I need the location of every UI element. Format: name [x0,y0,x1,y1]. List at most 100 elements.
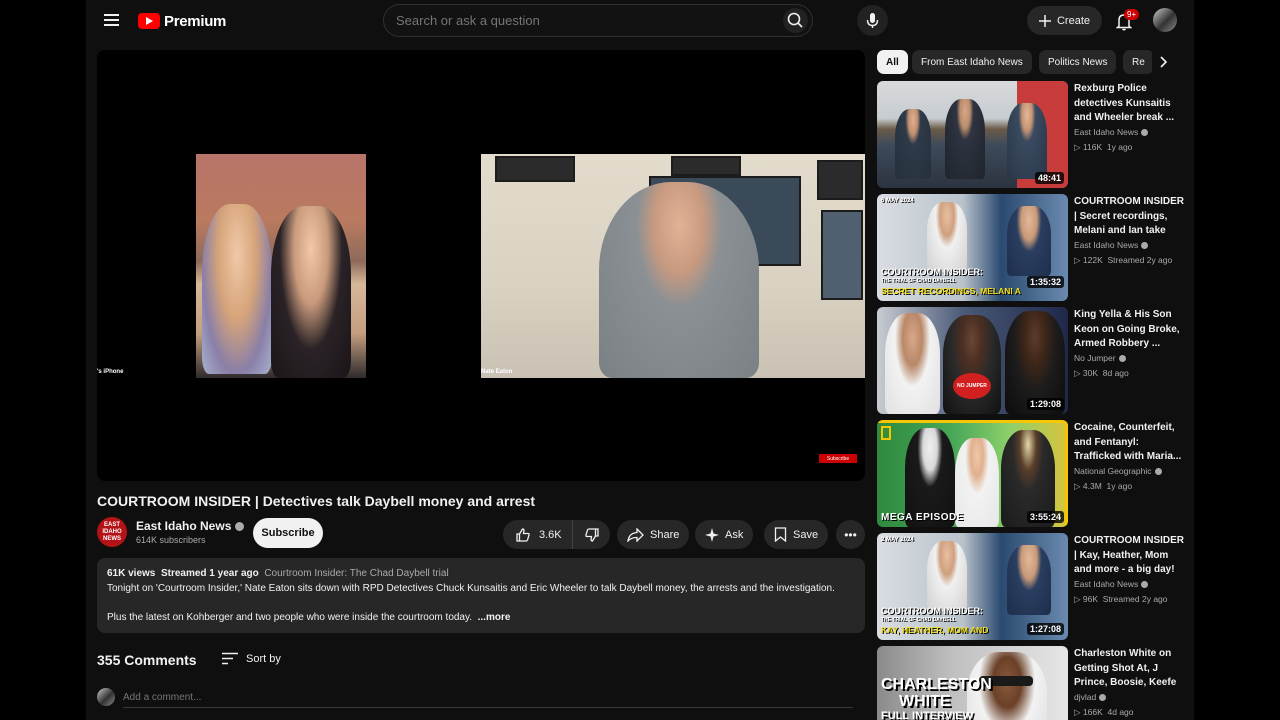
more-horizontal-icon: ••• [844,527,857,542]
video-title[interactable]: COURTROOM INSIDER | Secret recordings, M… [1074,195,1186,239]
microphone-icon [866,13,879,28]
video-thumbnail: MEGA EPISODE 3:55:24 [877,420,1068,527]
youtube-premium-logo[interactable]: Premium [138,10,226,32]
description-box[interactable]: 61K views Streamed 1 year ago Courtroom … [97,558,865,633]
dislike-button[interactable] [574,520,610,549]
left-cam-label: 's iPhone [97,369,124,375]
channel-name[interactable]: No Jumper [1074,353,1126,363]
show-more-link[interactable]: ...more [478,612,511,623]
thumbnail-caption: FULL INTERVIEW [881,710,973,720]
playlist-link[interactable]: Courtroom Insider: The Chad Daybell tria… [264,568,448,579]
comments-count: 355 Comments [97,652,197,668]
thumbnail-caption: COURTROOM INSIDER: [881,267,983,277]
wall-frame [817,160,863,200]
recommended-video[interactable]: 6 MAY 2024 COURTROOM INSIDER: THE TRIAL … [877,194,1184,301]
view-count: 30K [1082,368,1099,378]
video-thumbnail: 6 MAY 2024 COURTROOM INSIDER: THE TRIAL … [877,194,1068,301]
recommended-video[interactable]: NO JUMPER 1:29:08 King Yella & His Son K… [877,307,1180,414]
video-feed-right [481,154,865,378]
video-meta: ▷ 30K 8d ago [1074,368,1129,378]
more-actions-button[interactable]: ••• [836,520,865,549]
voice-search-button[interactable] [857,5,888,36]
video-player[interactable]: 's iPhone Nate Eaton Subscribe [97,50,865,481]
video-meta: ▷ 4.3M 1y ago [1074,481,1133,491]
save-button[interactable]: Save [764,520,829,549]
video-age: Streamed 2y ago [1102,594,1168,604]
filter-chips: All From East Idaho News Politics News R… [877,50,1177,74]
chip-all[interactable]: All [877,50,908,74]
description-meta: 61K views Streamed 1 year ago Courtroom … [107,566,855,581]
search-button[interactable] [783,8,808,33]
create-label: Create [1056,14,1091,27]
right-cam-label: Nate Eaton [481,369,513,375]
channel-avatar[interactable]: EAST IDAHO NEWS [97,517,127,547]
like-button[interactable]: 3.6K [503,520,573,549]
host-figure [599,182,759,378]
subscribe-watermark[interactable]: Subscribe [819,454,857,463]
wall-frame [671,156,741,176]
thumbnail-badge: NO JUMPER [953,373,991,399]
account-avatar[interactable] [1153,8,1177,32]
thumbnail-date: 2 MAY 2024 [881,537,914,543]
channel-name[interactable]: East Idaho News [136,519,245,533]
subscribe-button[interactable]: Subscribe [253,518,323,548]
video-age: 1y ago [1106,481,1133,491]
channel-name[interactable]: djvlad [1074,692,1107,702]
video-thumbnail: 48:41 [877,81,1068,188]
video-age: 8d ago [1102,368,1129,378]
thumbnail-caption: SECRET RECORDINGS, MELANI A [881,286,1021,296]
chip-from-channel[interactable]: From East Idaho News [912,50,1032,74]
guest-figure [202,204,272,374]
channel-name[interactable]: East Idaho News [1074,240,1149,250]
sparkle-icon [705,527,719,542]
channel-name[interactable]: National Geographic [1074,466,1162,476]
commenter-avatar [97,688,115,706]
recommended-video[interactable]: MEGA EPISODE 3:55:24 Cocaine, Counterfei… [877,420,1181,527]
channel-name-text: East Idaho News [1074,240,1139,250]
video-title[interactable]: King Yella & His Son Keon on Going Broke… [1074,308,1186,352]
video-title[interactable]: Rexburg Police detectives Kunsaitis and … [1074,82,1186,126]
view-count: 122K [1082,255,1103,265]
chevron-right-icon [1160,56,1168,68]
view-count: 61K views [107,568,156,579]
video-title[interactable]: Charleston White on Getting Shot At, J P… [1074,647,1186,691]
share-button[interactable]: Share [617,520,690,549]
video-duration: 1:35:32 [1026,276,1064,288]
recommended-video[interactable]: 48:41 Rexburg Police detectives Kunsaiti… [877,81,1180,188]
comment-input[interactable] [123,688,853,708]
video-title[interactable]: COURTROOM INSIDER | Kay, Heather, Mom an… [1074,534,1186,578]
video-thumbnail: CHARLESTON WHITE FULL INTERVIEW [877,646,1068,720]
search-box [383,4,813,37]
chip-more[interactable]: Re [1123,50,1154,74]
person-figure [895,109,931,179]
search-input[interactable] [396,5,796,36]
video-title: COURTROOM INSIDER | Detectives talk Dayb… [97,493,536,509]
person-figure [945,99,985,179]
thumbnail-caption: THE TRIAL OF CHAD DAYBELL [881,278,956,284]
ask-button[interactable]: Ask [695,520,754,549]
channel-name-text: East Idaho News [1074,579,1139,589]
recommended-video[interactable]: 2 MAY 2024 COURTROOM INSIDER: THE TRIAL … [877,533,1184,640]
logo-text: Premium [164,12,227,30]
menu-icon[interactable] [100,8,124,32]
create-button[interactable]: Create [1027,6,1102,35]
share-label: Share [650,528,680,541]
channel-name[interactable]: East Idaho News [1074,579,1149,589]
natgeo-border [1065,420,1068,527]
video-title[interactable]: Cocaine, Counterfeit, and Fentanyl: Traf… [1074,421,1186,465]
recommended-video[interactable]: CHARLESTON WHITE FULL INTERVIEW Charlest… [877,646,1180,720]
verified-icon [1154,468,1162,476]
view-count: 4.3M [1082,481,1102,491]
person-figure [885,313,940,414]
view-count: 116K [1082,142,1103,152]
verified-icon [1141,129,1149,137]
natgeo-border [877,420,1068,423]
chips-next-button[interactable] [1152,50,1176,74]
video-age: 4d ago [1107,707,1134,717]
sort-by-button[interactable]: Sort by [222,652,281,665]
chip-politics-news[interactable]: Politics News [1039,50,1117,74]
save-label: Save [793,528,819,541]
subscriber-count: 614K subscribers [136,535,206,545]
channel-name[interactable]: East Idaho News [1074,127,1149,137]
